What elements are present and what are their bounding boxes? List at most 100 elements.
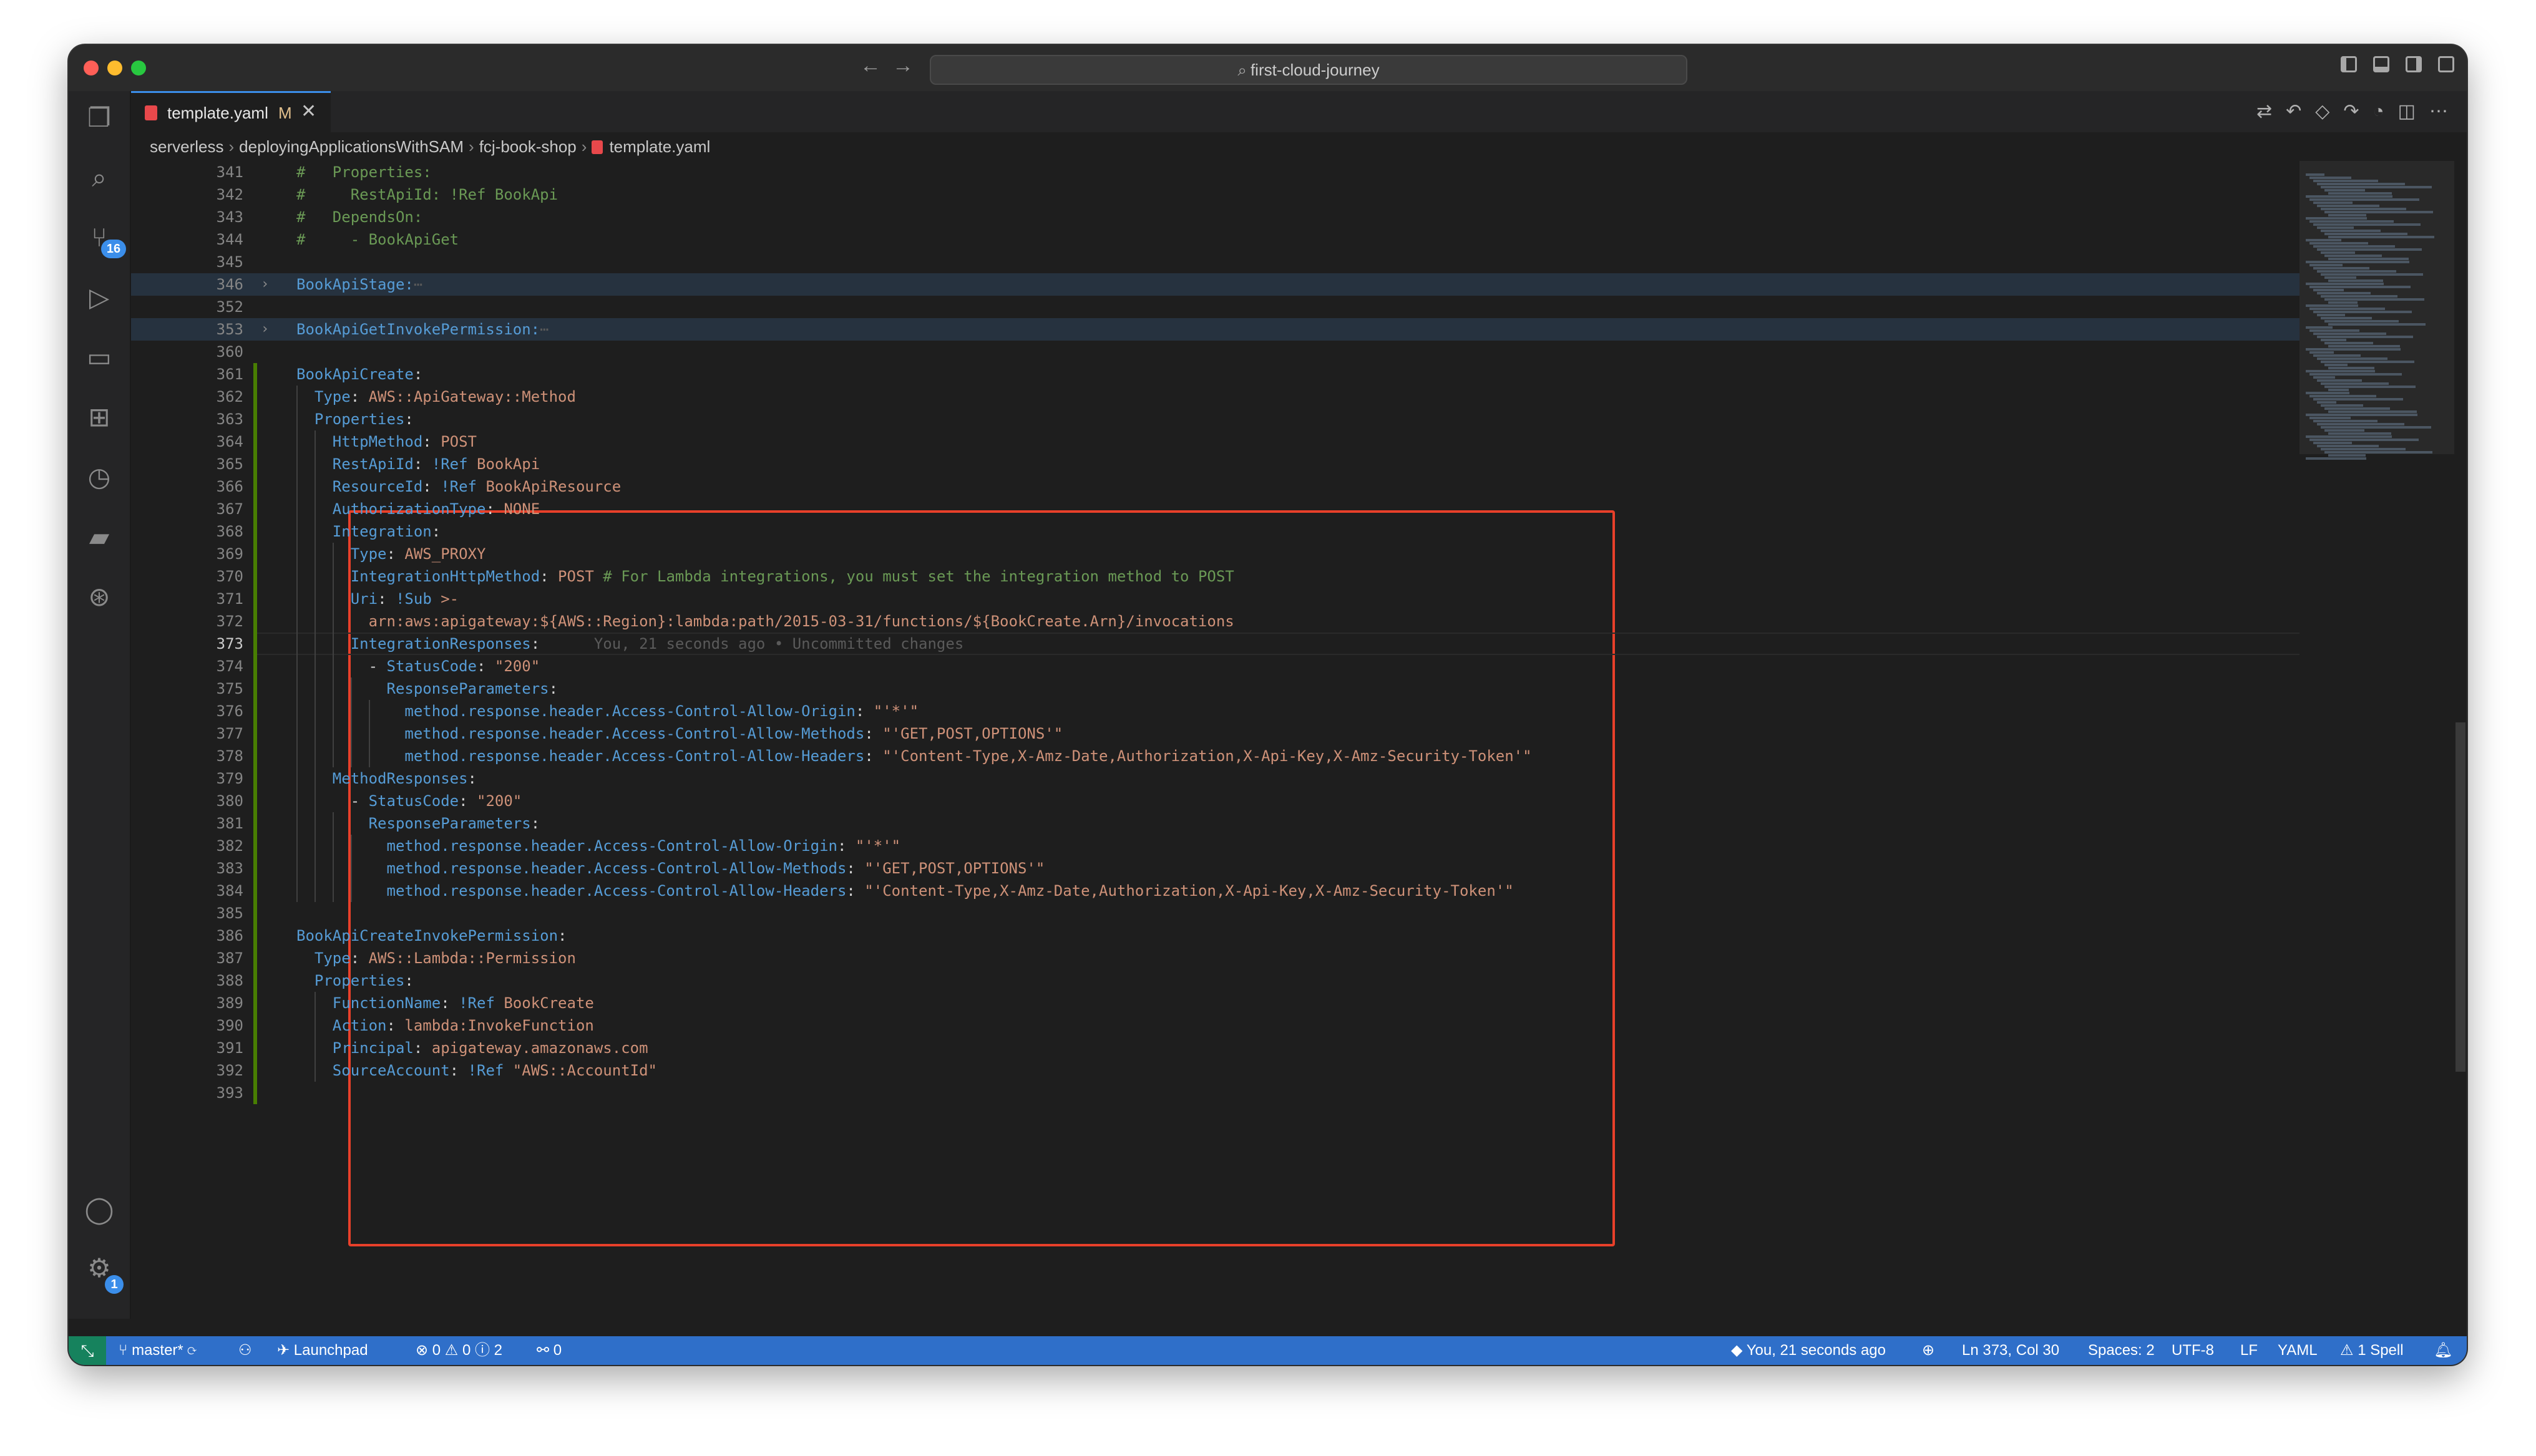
split-editor-icon[interactable]: ◫ (2398, 101, 2416, 122)
tab-close-icon[interactable]: ✕ (301, 100, 316, 122)
breadcrumb-item[interactable]: template.yaml (609, 137, 710, 156)
minimap-line (2324, 189, 2365, 192)
command-center-search[interactable]: ⌕ first-cloud-journey (930, 55, 1687, 85)
minimap-line (2306, 414, 2417, 416)
back-arrow-icon[interactable]: ← (860, 54, 881, 78)
line-number: 362 (216, 388, 243, 405)
tab-label: template.yaml (167, 104, 268, 122)
code-line: 383 method.response.header.Access-Contro… (131, 857, 2365, 880)
search-view-icon[interactable]: ⌕ (84, 162, 115, 193)
minimap-line (2317, 357, 2387, 360)
tab-modified-indicator: M (278, 104, 292, 122)
yaml-value: >- (441, 590, 459, 608)
forward-arrow-icon[interactable]: → (892, 54, 914, 78)
gutter-added-marker (253, 543, 257, 565)
previous-change-icon[interactable]: ↶ (2286, 101, 2301, 122)
cursor-position[interactable]: Ln 373, Col 30 (1962, 1336, 2059, 1365)
minimap-line (2328, 367, 2374, 369)
eol-status[interactable]: LF (2240, 1336, 2258, 1365)
minimap-line (2309, 308, 2385, 310)
gutter-added-marker (253, 700, 257, 722)
gutter-added-marker (253, 767, 257, 790)
line-text: Uri: !Sub >- (350, 590, 459, 608)
minimap-line (2317, 314, 2345, 316)
yaml-value: AWS::Lambda::Permission (368, 949, 576, 967)
fold-ellipsis: ⋯ (413, 276, 423, 293)
breadcrumb-item[interactable]: fcj-book-shop (479, 137, 577, 156)
zoom-icon[interactable]: ⊕ (1922, 1336, 1934, 1365)
toggle-panel-icon[interactable] (2373, 56, 2389, 72)
minimap-line (2306, 392, 2349, 394)
account-icon[interactable]: ◯ (84, 1194, 115, 1225)
problems-status[interactable]: ⊗ 0 ⚠ 0 ⓘ 2 (416, 1336, 502, 1365)
code-line: 341 # Properties: (131, 161, 2365, 183)
minimap-line (2306, 217, 2367, 220)
extensions-icon[interactable]: ⊞ (84, 402, 115, 433)
more-actions-icon[interactable]: ⋯ (2429, 101, 2448, 122)
line-text: method.response.header.Access-Control-Al… (404, 702, 919, 720)
launchpad-status[interactable]: ✈ Launchpad (277, 1336, 368, 1365)
gitlens-icon[interactable]: ⊛ (84, 581, 115, 613)
gutter-added-marker (253, 992, 257, 1014)
line-number: 378 (216, 747, 243, 765)
toggle-primary-sidebar-icon[interactable] (2341, 56, 2357, 72)
yaml-value: "'GET,POST,OPTIONS'" (864, 860, 1045, 877)
line-text: - StatusCode: "200" (350, 792, 522, 810)
code-line: 363 Properties: (131, 408, 2365, 430)
scrollbar-thumb[interactable] (2456, 722, 2465, 1072)
minimap-line (2324, 320, 2399, 323)
yaml-value: "'Content-Type,X-Amz-Date,Authorization,… (882, 747, 1532, 765)
vscode-window: ← → ⌕ first-cloud-journey ❐ ⌕ ⑂ 16 ▷ ▭ ⊞ … (69, 45, 2467, 1365)
git-commit-icon[interactable]: ◇ (2315, 101, 2329, 122)
minimap-line (2324, 407, 2390, 410)
customize-layout-icon[interactable] (2438, 56, 2454, 72)
code-line: 371 Uri: !Sub >- (131, 588, 2365, 610)
gutter-added-marker (253, 812, 257, 835)
maximize-window-button[interactable] (131, 61, 146, 75)
timeline-icon[interactable]: ◷ (84, 462, 115, 493)
branch-status[interactable]: ⑂ master* ⟳ (119, 1336, 197, 1365)
minimap-line (2328, 345, 2400, 347)
notifications-icon[interactable]: 🔔︎ (2434, 1336, 2452, 1365)
minimap-line (2313, 420, 2378, 422)
gitlens-status-icon[interactable]: ⚇ (238, 1336, 252, 1365)
run-debug-icon[interactable]: ▷ (84, 282, 115, 313)
code-line: 392 SourceAccount: !Ref "AWS::AccountId" (131, 1059, 2365, 1082)
code-line: 376 method.response.header.Access-Contro… (131, 700, 2365, 722)
blame-text: You, 21 seconds ago (1746, 1342, 1886, 1359)
blame-status[interactable]: ◆ You, 21 seconds ago (1731, 1336, 1886, 1365)
vertical-scrollbar[interactable] (2454, 161, 2467, 1319)
yaml-key: MethodResponses (332, 770, 468, 787)
spell-status[interactable]: ⚠ 1 Spell (2340, 1336, 2404, 1365)
breadcrumb-item[interactable]: deployingApplicationsWithSAM (239, 137, 464, 156)
gutter-added-marker (253, 475, 257, 498)
next-change-icon[interactable]: ↷ (2343, 101, 2359, 122)
minimap-line (2306, 348, 2401, 351)
line-text: IntegrationResponses: You, 21 seconds ag… (350, 635, 964, 653)
minimap-line (2306, 370, 2375, 372)
minimap-line (2309, 417, 2351, 419)
breadcrumb-item[interactable]: serverless (150, 137, 223, 156)
indentation-status[interactable]: Spaces: 2 (2088, 1336, 2155, 1365)
ports-status[interactable]: ⚯ 0 (537, 1336, 562, 1365)
line-text: # RestApiId: !Ref BookApi (296, 183, 558, 206)
open-changes-icon[interactable]: ⇄ (2256, 101, 2272, 122)
close-window-button[interactable] (84, 61, 99, 75)
minimap-line (2309, 177, 2351, 179)
timeline-action-icon[interactable]: ◔ (2373, 101, 2384, 122)
code-line: 365 RestApiId: !Ref BookApi (131, 453, 2365, 475)
encoding-status[interactable]: UTF-8 (2172, 1336, 2214, 1365)
explorer-icon[interactable]: ❐ (84, 102, 115, 133)
remote-indicator-icon[interactable]: ⤡ (69, 1336, 106, 1365)
language-status[interactable]: YAML (2278, 1336, 2318, 1365)
docker-icon[interactable]: ▰ (84, 522, 115, 553)
remote-explorer-icon[interactable]: ▭ (84, 342, 115, 373)
minimap-line (2317, 292, 2371, 294)
code-editor[interactable]: 341 # Properties: 342 # RestApiId: !Ref Boo… (131, 161, 2365, 1319)
code-line: 386 BookApiCreateInvokePermission: (131, 925, 2365, 947)
line-number: 390 (216, 1017, 243, 1034)
minimap[interactable] (2299, 161, 2454, 1319)
tab-template-yaml[interactable]: template.yaml M ✕ (131, 91, 331, 132)
minimize-window-button[interactable] (107, 61, 122, 75)
toggle-secondary-sidebar-icon[interactable] (2406, 56, 2422, 72)
